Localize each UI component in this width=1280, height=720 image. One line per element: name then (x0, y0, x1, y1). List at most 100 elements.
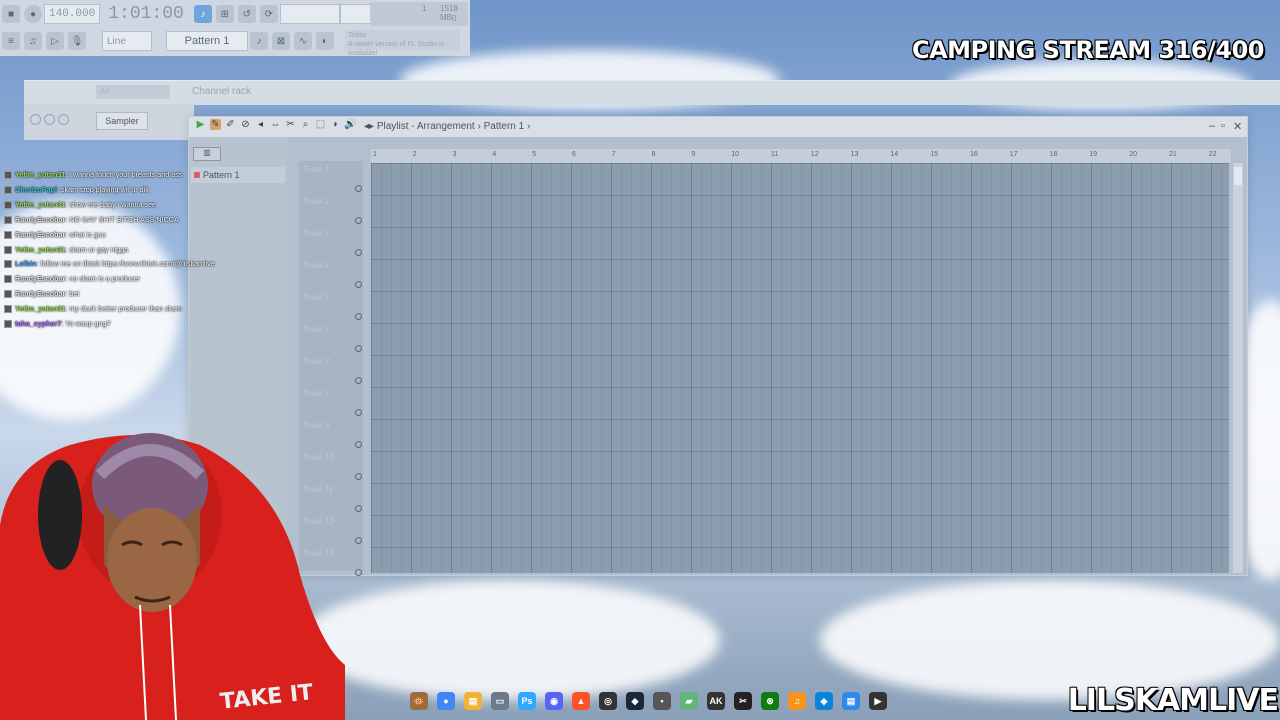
channel-vol-icon[interactable] (58, 114, 69, 125)
track-name[interactable]: Track 8 (303, 389, 329, 398)
select-icon[interactable]: ⬚ (315, 119, 326, 130)
pattern-panel-button[interactable]: ▥ (193, 147, 221, 161)
speaker-icon[interactable]: 🔊 (344, 119, 356, 130)
chat-text: : bet (65, 289, 80, 299)
track-mute-icon[interactable] (355, 569, 362, 576)
track-name[interactable]: Track 1 (303, 165, 329, 174)
vertical-scrollbar[interactable] (1233, 163, 1243, 573)
file-explorer-icon[interactable]: ▤ (464, 692, 482, 710)
snap-mode[interactable]: Line (102, 31, 152, 51)
step-icon[interactable]: ⊠ (272, 32, 290, 50)
delete-icon[interactable]: ⊘ (240, 119, 251, 130)
track-name[interactable]: Track 7 (303, 357, 329, 366)
chrome-icon[interactable]: ● (437, 692, 455, 710)
track-mute-icon[interactable] (355, 345, 362, 352)
record-icon[interactable]: ● (24, 5, 42, 23)
brave-icon[interactable]: ▲ (572, 692, 590, 710)
chat-text: : show me baby i wanna see (65, 199, 157, 209)
channel-rack-bar: All Channel rack (24, 80, 1280, 105)
play-icon[interactable]: ▶ (195, 119, 206, 130)
update-notice[interactable]: Today A newer version of FL Studio is av… (345, 30, 460, 57)
minimize-icon[interactable]: ‒ (1209, 120, 1215, 132)
discord-icon[interactable]: ◉ (545, 692, 563, 710)
photoshop-icon[interactable]: Ps (518, 692, 536, 710)
loop-icon[interactable]: ⟳ (259, 5, 278, 23)
ruler-bar-number: 9 (691, 151, 696, 158)
mixer-icon[interactable]: ≡ (2, 32, 20, 50)
mic-icon[interactable]: 🎙 (68, 32, 86, 50)
monkey-app-icon[interactable]: 🐵 (410, 692, 428, 710)
playback-icon[interactable]: ◗ (330, 119, 341, 130)
mute-tool-icon[interactable]: ◂ (255, 119, 266, 130)
chat-message: Yetim_yutan31: my duck better producer t… (4, 304, 182, 314)
slip-icon[interactable]: ⇔ (270, 119, 281, 130)
piano-icon[interactable]: ♫ (24, 32, 42, 50)
track-mute-icon[interactable] (355, 281, 362, 288)
media-player-icon[interactable]: ▶ (869, 692, 887, 710)
track-mute-icon[interactable] (355, 185, 362, 192)
pattern-item[interactable]: Pattern 1 (191, 167, 285, 183)
edge-icon[interactable]: ◈ (815, 692, 833, 710)
track-name[interactable]: Track 3 (303, 229, 329, 238)
notepad-icon[interactable]: ▭ (491, 692, 509, 710)
track-mute-icon[interactable] (355, 441, 362, 448)
breadcrumb-arrangement[interactable]: Arrangement (417, 121, 475, 132)
track-mute-icon[interactable] (355, 537, 362, 544)
track-mute-icon[interactable] (355, 505, 362, 512)
channel-pan-icon[interactable] (44, 114, 55, 125)
pattern-selector[interactable]: Pattern 1 (166, 31, 248, 51)
chat-badge-icon (4, 275, 12, 284)
scrollbar-thumb[interactable] (1234, 167, 1242, 185)
close-icon[interactable]: ✕ (1233, 120, 1242, 133)
slide-icon[interactable]: ∿ (294, 32, 312, 50)
countdown-icon[interactable]: ↺ (237, 5, 256, 23)
chat-badge-icon (4, 320, 12, 329)
breadcrumb-pattern[interactable]: Pattern 1 (484, 121, 525, 132)
slice-icon[interactable]: ✂ (285, 119, 296, 130)
track-name[interactable]: Track 6 (303, 325, 329, 334)
capcut-icon[interactable]: ✂ (734, 692, 752, 710)
chat-username: ChorizoPapi (15, 184, 57, 194)
ak-icon[interactable]: AK (707, 692, 725, 710)
chat-message: Yetim_yutan31: i wanna touch your breast… (4, 170, 182, 180)
maximize-icon[interactable]: ▫ (1221, 120, 1225, 132)
arrow-left-icon[interactable]: ◂▸ (364, 121, 374, 132)
channel-mute-icon[interactable] (30, 114, 41, 125)
ruler-bar-number: 4 (492, 151, 497, 158)
channel-filter[interactable]: All (96, 85, 170, 99)
steam-icon[interactable]: ◆ (626, 692, 644, 710)
notepad2-icon[interactable]: ▤ (842, 692, 860, 710)
timeline-ruler[interactable]: 1 2 3 4 5 6 7 8 9 10 11 12 13 14 15 16 17 18 19 20 21 22 (371, 149, 1231, 163)
track-name[interactable]: Track 4 (303, 261, 329, 270)
pencil-icon[interactable]: ✎ (210, 119, 221, 130)
playlist-grid[interactable] (371, 163, 1229, 573)
fl-studio-icon[interactable]: ♫ (788, 692, 806, 710)
app-icon[interactable]: ▪ (653, 692, 671, 710)
stop-icon[interactable]: ■ (2, 5, 20, 23)
ruler-bar-number: 12 (810, 151, 819, 158)
master-volume[interactable] (279, 4, 340, 24)
obs-icon[interactable]: ◎ (599, 692, 617, 710)
xbox-icon[interactable]: ⊗ (761, 692, 779, 710)
track-mute-icon[interactable] (355, 409, 362, 416)
ruler-bar-number: 18 (1049, 151, 1058, 158)
track-mute-icon[interactable] (355, 249, 362, 256)
minecraft-icon[interactable]: ▰ (680, 692, 698, 710)
track-name[interactable]: Track 5 (303, 293, 329, 302)
plugin-icon[interactable]: ▷ (46, 32, 64, 50)
brush-icon[interactable]: ✐ (225, 119, 236, 130)
sampler-channel-button[interactable]: Sampler (96, 112, 148, 130)
pattern-song-icon[interactable]: ⊞ (215, 5, 234, 23)
zoom-icon[interactable]: ⌕ (300, 119, 311, 130)
track-mute-icon[interactable] (355, 473, 362, 480)
metronome-icon[interactable]: ♪ (193, 5, 212, 23)
ruler-bar-number: 5 (532, 151, 537, 158)
track-mute-icon[interactable] (355, 217, 362, 224)
tempo-display[interactable]: 140.000 (44, 4, 101, 24)
ruler-bar-number: 8 (651, 151, 656, 158)
track-name[interactable]: Track 2 (303, 197, 329, 206)
piano-roll-icon[interactable]: ♪ (250, 32, 268, 50)
track-mute-icon[interactable] (355, 377, 362, 384)
track-mute-icon[interactable] (355, 313, 362, 320)
alt-icon[interactable]: ◐ (316, 32, 334, 50)
